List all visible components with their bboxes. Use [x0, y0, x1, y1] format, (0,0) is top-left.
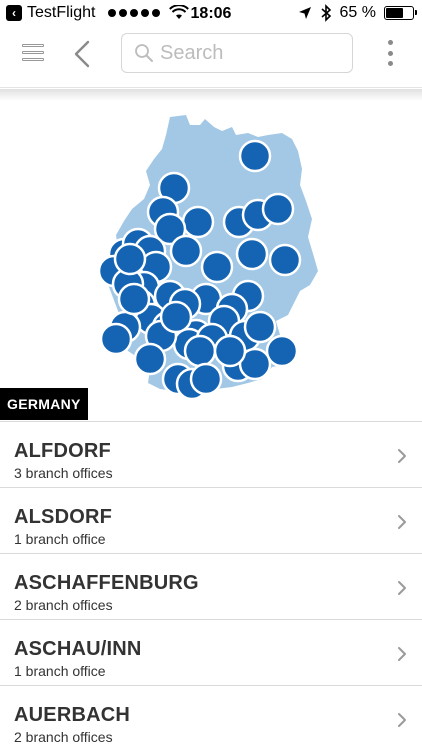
- list-item[interactable]: AUERBACH 2 branch offices: [0, 686, 422, 750]
- menu-icon[interactable]: [22, 42, 46, 66]
- branch-count: 1 branch office: [14, 663, 106, 679]
- search-input[interactable]: [160, 41, 350, 65]
- toolbar: [0, 30, 422, 88]
- chevron-right-icon: [398, 581, 406, 595]
- search-icon: [135, 44, 153, 62]
- chevron-right-icon: [398, 515, 406, 529]
- chevron-right-icon: [398, 449, 406, 463]
- city-list: ALFDORF 3 branch offices ALSDORF 1 branc…: [0, 421, 422, 750]
- status-bar-right: 65 %: [298, 4, 417, 22]
- branch-marker[interactable]: [113, 242, 147, 276]
- branch-marker[interactable]: [268, 243, 302, 277]
- branch-count: 3 branch offices: [14, 465, 113, 481]
- list-item[interactable]: ASCHAU/INN 1 branch office: [0, 620, 422, 686]
- branch-marker[interactable]: [189, 362, 223, 396]
- list-item[interactable]: ALSDORF 1 branch office: [0, 488, 422, 554]
- branch-marker[interactable]: [181, 205, 215, 239]
- branch-count: 2 branch offices: [14, 729, 113, 745]
- branch-count: 1 branch office: [14, 531, 106, 547]
- search-box[interactable]: [121, 33, 353, 73]
- branch-marker[interactable]: [238, 139, 272, 173]
- battery-percentage: 65 %: [339, 4, 376, 21]
- more-options-icon[interactable]: [384, 40, 396, 66]
- country-label: GERMANY: [0, 388, 88, 420]
- branch-marker[interactable]: [243, 310, 277, 344]
- city-name: ASCHAFFENBURG: [14, 572, 199, 594]
- city-name: ALSDORF: [14, 506, 113, 528]
- chevron-right-icon: [398, 647, 406, 661]
- branch-marker[interactable]: [99, 322, 133, 356]
- bluetooth-icon: [321, 4, 331, 22]
- list-item[interactable]: ALFDORF 3 branch offices: [0, 422, 422, 488]
- branch-count: 2 branch offices: [14, 597, 113, 613]
- branch-marker[interactable]: [213, 334, 247, 368]
- branch-marker[interactable]: [159, 300, 193, 334]
- location-arrow-icon: [298, 7, 311, 19]
- branch-marker[interactable]: [200, 250, 234, 284]
- map-top-shadow: [0, 89, 422, 101]
- branch-marker[interactable]: [261, 192, 295, 226]
- branch-marker[interactable]: [133, 342, 167, 376]
- battery-fill: [386, 8, 403, 18]
- branch-marker[interactable]: [169, 234, 203, 268]
- city-name: ASCHAU/INN: [14, 638, 142, 660]
- branch-map[interactable]: GERMANY: [0, 89, 422, 421]
- battery-icon: [384, 6, 417, 20]
- germany-map[interactable]: [0, 89, 422, 421]
- branch-marker[interactable]: [265, 334, 299, 368]
- back-chevron-icon[interactable]: [70, 36, 96, 72]
- status-bar: ‹ TestFlight 18:06 65 %: [0, 0, 422, 30]
- list-item[interactable]: ASCHAFFENBURG 2 branch offices: [0, 554, 422, 620]
- branch-marker[interactable]: [183, 334, 217, 368]
- branch-marker[interactable]: [235, 237, 269, 271]
- city-name: ALFDORF: [14, 440, 111, 462]
- chevron-right-icon: [398, 713, 406, 727]
- branch-marker[interactable]: [117, 282, 151, 316]
- city-name: AUERBACH: [14, 704, 131, 726]
